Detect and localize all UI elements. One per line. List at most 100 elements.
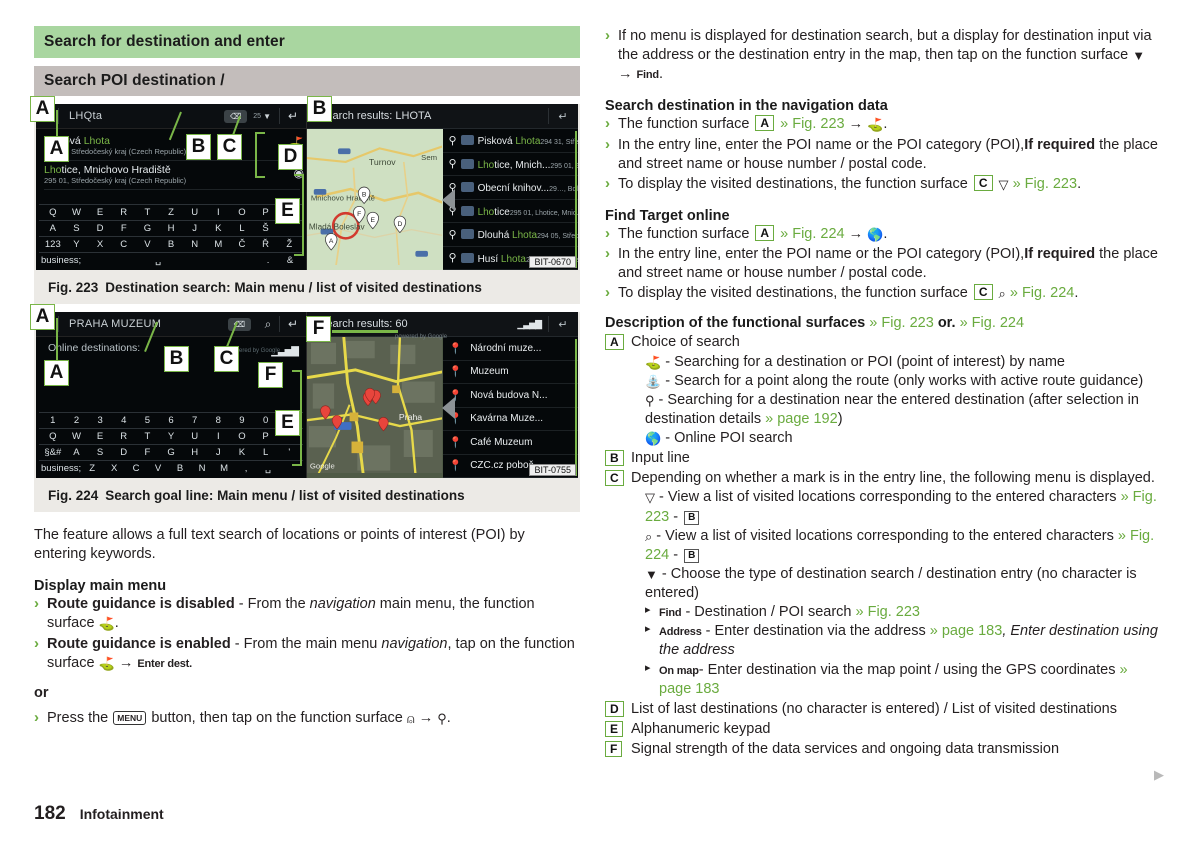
table-row[interactable]: ⚲ Pisková Lhota294 31, Středočeský... (442, 129, 578, 153)
table-row[interactable]: ⚲ Lhotice295 01, Lhotice, Mnic... (442, 200, 578, 223)
dash: - (673, 546, 679, 563)
arrow-icon: → (848, 116, 864, 133)
keypad-row[interactable]: 123 Y X C V B N M Č Ř Ž (39, 236, 303, 252)
back-icon[interactable]: ↵ (552, 318, 574, 331)
callout-ref-E: E (605, 720, 624, 737)
bullet-bold: If required (1024, 246, 1096, 262)
page-reference[interactable]: » page 192 (765, 411, 838, 427)
def-title: Depending on whether a mark is in the en… (631, 470, 1155, 487)
fig223-keypad[interactable]: QWERTZUIOPĚ ASDFGHJKLŠ 123YXCVBNMČŘŽ bus… (36, 204, 306, 270)
magnifier-icon[interactable]: ⌕ (257, 317, 279, 332)
list-item: In the entry line, enter the POI name or… (605, 134, 1161, 174)
scrollbar[interactable] (575, 339, 577, 476)
backspace-icon[interactable]: ⌫ (223, 109, 248, 123)
table-row[interactable]: ⚲ Obecní knihov...29…, Boleslavská 47... (442, 176, 578, 200)
fig224-keypad[interactable]: 1234567890- QWERTYUIOP §&#ASDFGHJKL' bus… (36, 412, 306, 478)
def-sub: ⛳ - Searching for a destination or POI (… (631, 353, 1161, 372)
bullet-text: To display the visited destinations, the… (618, 285, 972, 302)
table-row[interactable]: ⚲ Lhotice, Mnich...295 01, Středočeský..… (442, 153, 578, 176)
fig223-results-body: Turnov Mnichovo Hradiště Mladá Boleslav … (307, 129, 578, 270)
def-sub: ▼ - Choose the type of destination searc… (631, 565, 1161, 603)
scrollbar[interactable] (575, 131, 577, 268)
backspace-icon[interactable]: ⌫ (227, 317, 251, 331)
back-icon[interactable]: ↵ (280, 317, 306, 331)
dash: - (673, 508, 679, 525)
def-sub-text: - Choose the type of destination search … (645, 565, 1137, 601)
fig224-result-list[interactable]: 📍 Národní muze... 📍 Muzeum 📍 Nová budova N.… (441, 337, 578, 478)
fig223-input-value[interactable]: LHQta (59, 110, 224, 122)
callout-ref-F: F (605, 741, 623, 757)
bullet-text: . (883, 116, 888, 133)
keypad-row[interactable]: 1234567890- (39, 412, 303, 428)
callout-C: C (214, 346, 239, 372)
figure-224-caption: Fig. 224 Search goal line: Main menu / li… (34, 480, 580, 512)
figure-reference[interactable]: » Fig. 223 (856, 604, 921, 620)
bullet-text: Press the (47, 709, 113, 726)
callout-ref-C: C (605, 470, 624, 487)
menu-button-keycap: MENU (113, 710, 147, 725)
fig223-input-line[interactable]: ⚲ LHQta ⌫ 25 ▼ ↵ (36, 104, 306, 129)
fig223-map[interactable]: Turnov Mnichovo Hradiště Mladá Boleslav … (307, 129, 443, 270)
table-row[interactable]: 📍 Muzeum (442, 361, 578, 384)
keypad-row[interactable]: ASDFGHJKLŠ (39, 220, 303, 236)
keypad-row[interactable]: business; Z X C V B N M, ␣ (39, 460, 303, 476)
def-key: B (605, 449, 631, 468)
fig224-results-screen: Search results: 60 ▁▃▅▇ ↵ powered by Goo… (307, 312, 578, 478)
table-row[interactable]: ⚲ Dlouhá Lhota294 05, Středočeský... (442, 223, 578, 247)
def-sub: ⚲ - Searching for a destination near the… (645, 391, 1139, 427)
figure-reference[interactable]: » Fig. 223 (869, 315, 934, 331)
keypad-row[interactable]: business; ␣. & (39, 252, 303, 268)
back-icon[interactable]: ↵ (552, 110, 574, 123)
def-key: E (605, 720, 631, 739)
category-icon (460, 205, 474, 216)
callout-F: F (258, 362, 283, 388)
callout-ref-A: A (605, 334, 624, 351)
svg-text:F: F (357, 211, 361, 218)
fig224-input-value[interactable]: PRAHA MUZEUM (59, 318, 228, 330)
table-row[interactable]: 📍 Kavárna Muze... (442, 408, 578, 431)
figure-reference[interactable]: » Fig. 223 (780, 116, 845, 132)
flag-on-route-icon: ⛲ (645, 373, 662, 389)
back-icon[interactable]: ↵ (280, 109, 306, 123)
figure-reference[interactable]: » Fig. 224 (960, 315, 1025, 331)
bullet-text: The function surface (618, 116, 754, 133)
keypad-row[interactable]: QWERTYUIOP (39, 428, 303, 444)
table-row[interactable]: 📍 Národní muze... (442, 337, 578, 361)
display-main-menu-heading: Display main menu (34, 578, 167, 595)
keypad-row[interactable]: QWERTZUIOPĚ (39, 204, 303, 220)
command-label: Find (659, 607, 682, 620)
fig224-map[interactable]: Praha Google (307, 337, 443, 478)
figure-223-image: ⚲ LHQta ⌫ 25 ▼ ↵ Pisková Lhota 294 31, S… (30, 96, 578, 270)
fig224-input-line[interactable]: ⚲ PRAHA MUZEUM ⌫ ⌕ ↵ (36, 312, 306, 337)
def-key: F (605, 740, 631, 759)
figure-reference[interactable]: » Fig. 224 (780, 226, 845, 242)
map-pin-icon: 📍 (448, 342, 463, 355)
figure-224-block: ⚲ PRAHA MUZEUM ⌫ ⌕ ↵ Online destinations… (30, 304, 580, 512)
fig223-result-list[interactable]: ⚲ Pisková Lhota294 31, Středočeský... ⚲ … (441, 129, 578, 270)
map-pin-icon: 📍 (448, 436, 463, 449)
def-sub: ▽ - View a list of visited locations cor… (631, 488, 1161, 526)
continuation-arrow-icon: ▶ (1154, 767, 1164, 782)
def-subsub: On map- Enter destination via the map po… (631, 661, 1161, 699)
desc-heading-row: Description of the functional surfaces »… (605, 315, 1161, 331)
page-footer: 182 Infotainment (34, 803, 164, 825)
def-sub-text: - Searching for a destination or POI (po… (661, 353, 1065, 370)
chevron-down-icon[interactable]: ▼ (263, 112, 271, 121)
collapse-panel-icon[interactable] (441, 188, 455, 211)
bullet-text: button, then tap on the function surface (147, 709, 407, 726)
table-row[interactable]: 📍 Nová budova N... (442, 384, 578, 408)
figure-reference[interactable]: » Fig. 224 (1010, 285, 1075, 301)
callout-F-right: F (306, 316, 331, 342)
category-icon (460, 158, 474, 169)
left-column: Search for destination and enter Search … (30, 26, 580, 729)
result-title: Dlouhá (477, 230, 513, 242)
collapse-panel-icon[interactable] (441, 396, 455, 419)
table-row[interactable]: 📍 Café Muzeum (442, 431, 578, 455)
list-item: In the entry line, enter the POI name or… (605, 244, 1161, 283)
page-reference[interactable]: » page 183 (930, 623, 1003, 639)
keypad-row[interactable]: §&# A S D F G H J K L ' (39, 444, 303, 460)
command-label: Address (659, 626, 702, 639)
svg-text:B: B (362, 192, 367, 199)
figure-reference[interactable]: » Fig. 223 (1013, 176, 1078, 192)
bullet-text: The function surface (618, 225, 754, 242)
